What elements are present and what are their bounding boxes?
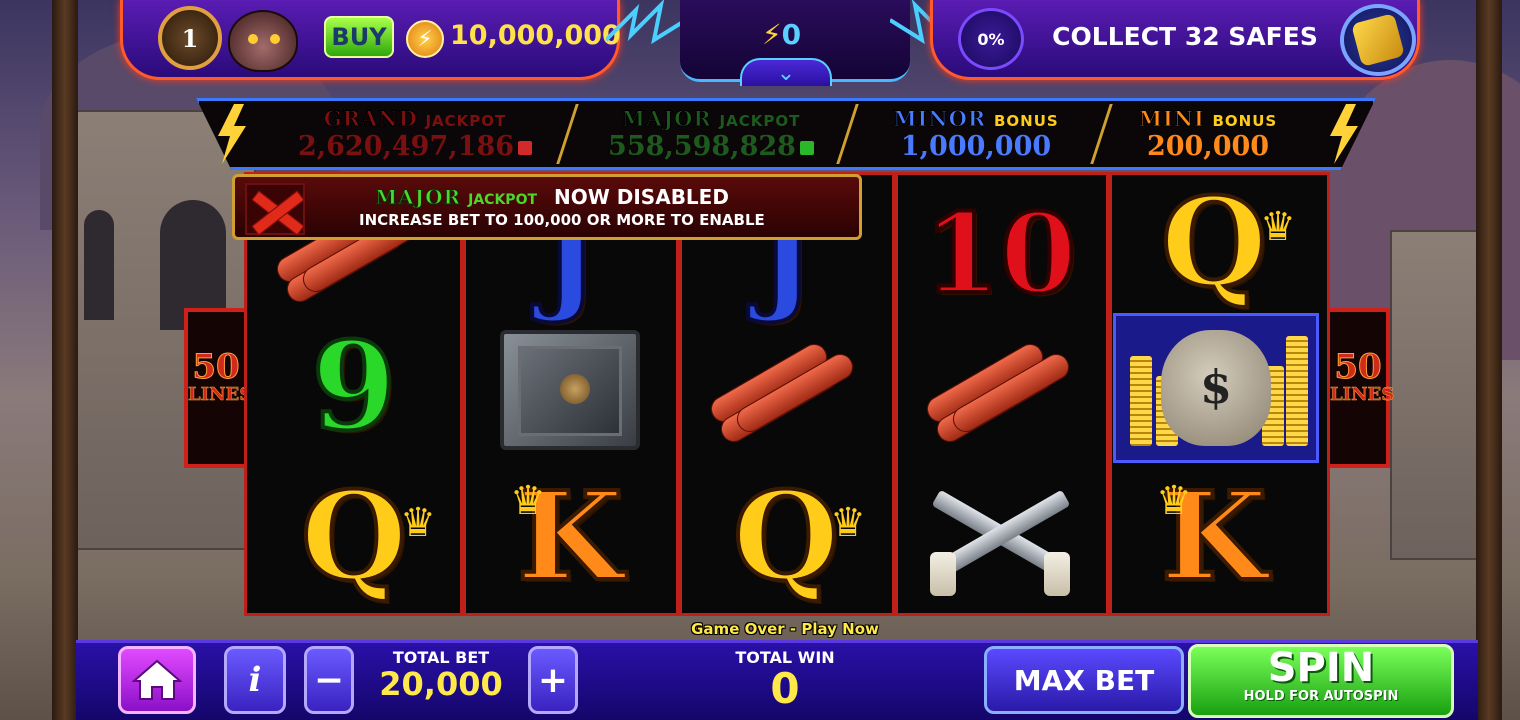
symbol-ten: 10	[921, 189, 1078, 318]
quest-label[interactable]: COLLECT 32 SAFES	[1040, 22, 1330, 51]
crown-icon: ♛	[1260, 204, 1296, 250]
lines-label: LINES	[188, 384, 253, 406]
dynamite-icon	[920, 339, 1080, 450]
total-win-value: 0	[770, 664, 800, 713]
crown-icon: ♛	[830, 500, 866, 546]
total-bet-value: 20,000	[379, 665, 503, 703]
minor-bonus-value: 1,000,000	[900, 131, 1052, 162]
jackpot-bolt-right-icon	[1330, 104, 1358, 164]
banner-jackpot-kind: JACKPOT	[468, 192, 538, 208]
lines-indicator-right: 50 LINES	[1326, 308, 1395, 468]
mini-bonus-value: 200,000	[1146, 131, 1270, 162]
piggy-bank-icon[interactable]	[228, 10, 298, 72]
grand-jackpot-kind: JACKPOT	[425, 112, 507, 130]
major-jackpot-disabled-banner[interactable]: MAJOR JACKPOT NOW DISABLED INCREASE BET …	[232, 174, 862, 240]
major-jackpot-name: MAJOR	[621, 106, 712, 132]
crown-icon: ♛	[1156, 478, 1192, 524]
mini-bonus-name: MINI	[1138, 106, 1205, 132]
bolt-counter: ⚡0	[762, 18, 801, 51]
reel-separator	[892, 172, 898, 616]
lock-icon	[799, 140, 814, 155]
safe-icon	[500, 330, 640, 450]
home-button[interactable]	[118, 646, 196, 714]
coin-balance: 10,000,000	[450, 20, 621, 51]
lines-count: 50	[192, 347, 240, 387]
symbol-king: K	[515, 464, 625, 608]
symbol-king: K	[1159, 464, 1269, 608]
banner-hint: INCREASE BET TO 100,000 OR MORE TO ENABL…	[359, 211, 765, 229]
coin-icon: ⚡	[406, 20, 444, 58]
major-jackpot-value: 558,598,828	[608, 131, 796, 162]
grand-jackpot: GRAND JACKPOT 2,620,497,186	[270, 106, 560, 166]
level-badge[interactable]: 1	[158, 6, 222, 70]
puzzle-icon[interactable]	[1340, 4, 1416, 76]
bolt-count-value: 0	[781, 18, 802, 51]
jackpot-bolt-left-icon	[218, 104, 246, 164]
buy-button[interactable]: BUY	[324, 16, 394, 58]
revolvers-icon	[926, 476, 1076, 596]
left-frame-edge	[52, 0, 78, 720]
major-jackpot-kind: JACKPOT	[719, 112, 801, 130]
background-building	[1390, 230, 1490, 560]
level-number: 1	[181, 23, 199, 53]
lines-indicator-left: 50 LINES	[184, 308, 253, 468]
crown-icon: ♛	[400, 500, 436, 546]
mini-bonus: MINI BONUS 200,000	[1108, 106, 1308, 166]
decrease-bet-button[interactable]: −	[304, 646, 354, 714]
increase-bet-button[interactable]: +	[528, 646, 578, 714]
expand-panel-button[interactable]: ⌄	[740, 58, 832, 86]
total-win-display: TOTAL WIN 0	[680, 646, 890, 714]
symbol-nine: 9	[310, 314, 399, 458]
close-x-icon	[245, 183, 305, 235]
chevron-down-icon: ⌄	[776, 61, 796, 86]
banner-jackpot-name: MAJOR	[374, 185, 462, 210]
lines-label: LINES	[1330, 384, 1395, 406]
banner-title: MAJOR JACKPOT NOW DISABLED	[374, 185, 855, 210]
minor-bonus-kind: BONUS	[993, 112, 1059, 130]
money-bag-highlight: $	[1113, 313, 1319, 463]
bolt-icon: ⚡	[762, 18, 782, 51]
spin-label: SPIN	[1267, 645, 1375, 691]
banner-status: NOW DISABLED	[554, 185, 729, 209]
lines-count: 50	[1334, 347, 1382, 387]
minor-bonus-name: MINOR	[893, 106, 987, 132]
minor-bonus: MINOR BONUS 1,000,000	[858, 106, 1094, 166]
mini-bonus-kind: BONUS	[1212, 112, 1278, 130]
quest-progress-circle[interactable]: 0%	[958, 8, 1024, 70]
right-frame-edge	[1476, 0, 1502, 720]
autospin-hint: HOLD FOR AUTOSPIN	[1243, 689, 1399, 704]
crown-icon: ♛	[510, 478, 546, 524]
info-button[interactable]: i	[224, 646, 286, 714]
max-bet-button[interactable]: MAX BET	[984, 646, 1184, 714]
status-message: Game Over - Play Now	[691, 620, 879, 638]
home-icon	[132, 659, 182, 700]
game-screen: 1 BUY ⚡ 10,000,000 ⚡0 ⌄ 0% COLLECT 32 SA…	[0, 0, 1520, 720]
background-arch	[84, 210, 114, 320]
money-bag-icon: $	[1161, 330, 1271, 446]
dynamite-icon	[704, 339, 864, 450]
total-bet-display: TOTAL BET 20,000	[356, 646, 526, 714]
reel-separator	[1106, 172, 1112, 616]
major-jackpot: MAJOR JACKPOT 558,598,828	[580, 106, 842, 166]
grand-jackpot-name: GRAND	[323, 106, 418, 132]
dollar-sign: $	[1199, 360, 1232, 414]
spin-button[interactable]: SPIN HOLD FOR AUTOSPIN	[1188, 644, 1454, 718]
lock-icon	[518, 140, 533, 155]
grand-jackpot-value: 2,620,497,186	[297, 131, 515, 162]
lightning-left-icon	[606, 0, 686, 45]
